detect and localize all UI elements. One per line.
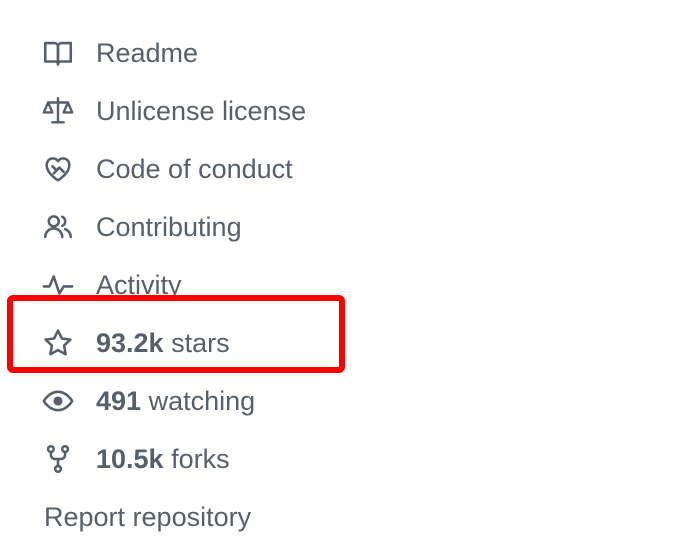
stars-text: 93.2k stars xyxy=(96,323,230,363)
license-label: Unlicense license xyxy=(96,96,307,126)
activity-link[interactable]: Activity xyxy=(40,265,182,305)
report-repository-label: Report repository xyxy=(44,502,252,532)
readme-link[interactable]: Readme xyxy=(40,33,198,73)
stars-label: stars xyxy=(163,328,230,358)
code-of-conduct-link[interactable]: Code of conduct xyxy=(40,149,293,189)
readme-label: Readme xyxy=(96,38,199,68)
law-scale-icon xyxy=(40,93,76,129)
stars-link[interactable]: 93.2k stars xyxy=(40,323,230,363)
forks-label: forks xyxy=(163,444,230,474)
repo-forked-icon xyxy=(40,441,76,477)
contributing-link[interactable]: Contributing xyxy=(40,207,242,247)
forks-link[interactable]: 10.5k forks xyxy=(40,439,230,479)
forks-text: 10.5k forks xyxy=(96,439,230,479)
repository-sidebar-links: Readme Unlicense license Code of conduct xyxy=(0,0,700,552)
star-icon xyxy=(40,325,76,361)
people-icon xyxy=(40,209,76,245)
code-of-conduct-label: Code of conduct xyxy=(96,154,293,184)
watching-count: 491 xyxy=(96,386,142,416)
heart-handshake-icon xyxy=(40,151,76,187)
watching-label: watching xyxy=(141,386,256,416)
watching-text: 491 watching xyxy=(96,381,255,421)
contributing-label: Contributing xyxy=(96,212,242,242)
book-icon xyxy=(40,35,76,71)
license-link[interactable]: Unlicense license xyxy=(40,91,306,131)
report-repository-link[interactable]: Report repository xyxy=(44,497,251,537)
activity-label: Activity xyxy=(96,270,182,300)
eye-icon xyxy=(40,383,76,419)
forks-count: 10.5k xyxy=(96,444,164,474)
stars-count: 93.2k xyxy=(96,328,164,358)
pulse-icon xyxy=(40,267,76,303)
watching-link[interactable]: 491 watching xyxy=(40,381,255,421)
